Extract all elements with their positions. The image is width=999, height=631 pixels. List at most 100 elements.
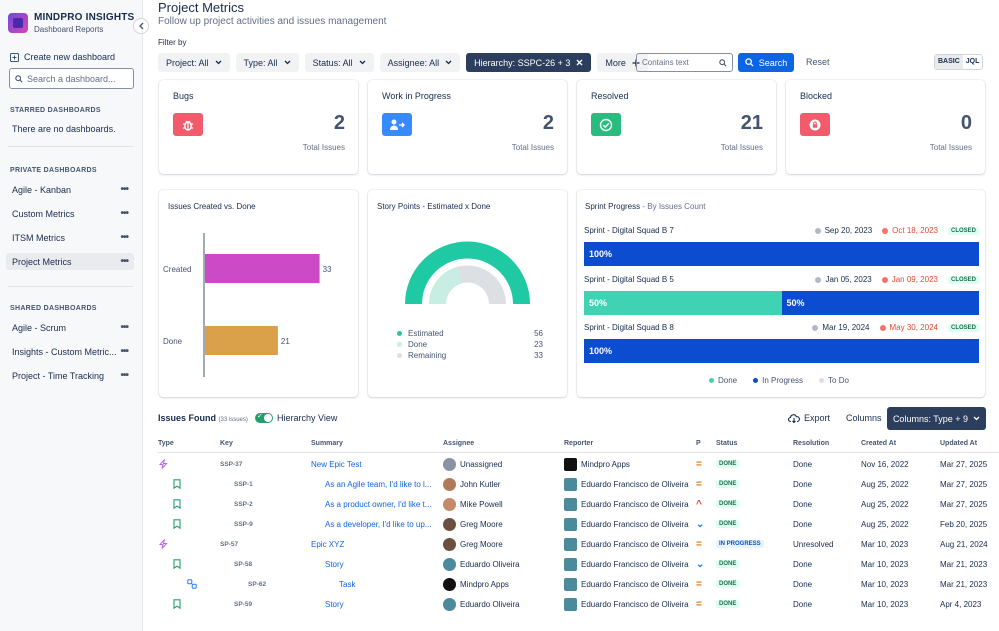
create-dashboard-button[interactable]: Create new dashboard	[10, 52, 115, 62]
export-button[interactable]: Export	[788, 413, 830, 423]
status-filter[interactable]: Status: All	[304, 53, 374, 72]
sidebar-item-itsm-metrics[interactable]: ITSM Metrics •••	[6, 229, 134, 246]
type-filter[interactable]: Type: All	[235, 53, 299, 72]
issue-key[interactable]: SSP-2	[234, 494, 314, 514]
more-actions-icon[interactable]: •••	[120, 322, 128, 333]
sprint-row-header[interactable]: Sprint - Digital Squad B 8 Mar 19, 2024 Ma…	[584, 323, 979, 332]
sidebar-item-insights-custom-metric[interactable]: Insights - Custom Metric... •••	[6, 343, 134, 360]
more-actions-icon[interactable]: •••	[120, 256, 128, 267]
issue-summary-link[interactable]: Epic XYZ	[311, 534, 436, 554]
sprint-progress-bar[interactable]: 100%	[584, 339, 979, 363]
column-header-summary[interactable]: Summary	[311, 440, 343, 447]
column-header-reporter[interactable]: Reporter	[564, 440, 593, 447]
assignee-cell[interactable]: Unassigned	[443, 454, 561, 474]
reporter-cell[interactable]: Eduardo Francisco de Oliveira	[564, 474, 694, 494]
issue-summary-link[interactable]: Story	[325, 554, 436, 574]
more-actions-icon[interactable]: •••	[120, 208, 128, 219]
issue-summary-link[interactable]: New Epic Test	[311, 454, 436, 474]
done-arc[interactable]	[429, 267, 463, 305]
reporter-cell[interactable]: Eduardo Francisco de Oliveira	[564, 494, 694, 514]
reporter-cell[interactable]: Eduardo Francisco de Oliveira	[564, 534, 694, 554]
sprint-progress-bar[interactable]: 100%	[584, 242, 979, 266]
close-icon[interactable]	[576, 59, 583, 66]
sidebar-item-project-time-tracking[interactable]: Project - Time Tracking •••	[6, 367, 134, 384]
columns-label[interactable]: Columns	[846, 413, 882, 423]
table-row[interactable]: SP-58 Story Eduardo Oliveira Eduardo Franci…	[143, 554, 999, 574]
issue-key[interactable]: SSP-37	[220, 454, 300, 474]
more-actions-icon[interactable]: •••	[120, 346, 128, 357]
sidebar-item-agile-scrum[interactable]: Agile - Scrum •••	[6, 319, 134, 336]
sidebar-item-agile-kanban[interactable]: Agile - Kanban •••	[6, 181, 134, 198]
jql-mode-option[interactable]: JQL	[963, 55, 983, 69]
hierarchy-view-toggle[interactable]: Hierarchy View	[255, 412, 337, 423]
sprint-progress-bar[interactable]: 50% 50%	[584, 291, 979, 315]
column-header-assignee[interactable]: Assignee	[443, 440, 474, 447]
table-row[interactable]: SP-57 Epic XYZ Greg Moore Eduardo Francisco…	[143, 534, 999, 554]
column-header-resolution[interactable]: Resolution	[793, 440, 829, 447]
toggle-switch[interactable]	[255, 412, 273, 423]
reporter-cell[interactable]: Eduardo Francisco de Oliveira	[564, 574, 694, 594]
column-header-type[interactable]: Type	[158, 440, 174, 447]
assignee-cell[interactable]: Eduardo Oliveira	[443, 554, 561, 574]
issue-summary-link[interactable]: Story	[325, 594, 436, 614]
kpi-card-blocked[interactable]: Blocked 0 Total Issues	[786, 80, 985, 174]
bar-done[interactable]	[205, 326, 278, 355]
sprint-row-header[interactable]: Sprint - Digital Squad B 7 Sep 20, 2023 Oc…	[584, 226, 979, 235]
issue-key[interactable]: SP-62	[248, 574, 328, 594]
assignee-cell[interactable]: Greg Moore	[443, 534, 561, 554]
reporter-cell[interactable]: Eduardo Francisco de Oliveira	[564, 514, 694, 534]
query-mode-toggle[interactable]: BASIC JQL	[934, 54, 984, 70]
column-header-priority[interactable]: P	[696, 440, 701, 447]
issue-summary-link[interactable]: As a developer, I'd like to up...	[325, 514, 436, 534]
issue-summary-link[interactable]: As a product owner, I'd like t...	[325, 494, 436, 514]
reporter-cell[interactable]: Eduardo Francisco de Oliveira	[564, 594, 694, 614]
table-row[interactable]: SSP-1 As an Agile team, I'd like to l... J…	[143, 474, 999, 494]
assignee-cell[interactable]: Greg Moore	[443, 514, 561, 534]
issue-key[interactable]: SP-58	[234, 554, 314, 574]
column-header-key[interactable]: Key	[220, 440, 233, 447]
table-row[interactable]: SP-62 Task Mindpro Apps Eduardo Francisco d…	[143, 574, 999, 594]
table-row[interactable]: SSP-9 As a developer, I'd like to up... Gr…	[143, 514, 999, 534]
column-header-created-at[interactable]: Created At	[861, 440, 896, 447]
sidebar-item-custom-metrics[interactable]: Custom Metrics •••	[6, 205, 134, 222]
priority-icon: =	[696, 598, 702, 610]
hierarchy-filter[interactable]: Hierarchy: SSPC-26 + 3	[466, 53, 592, 72]
bar-created[interactable]	[205, 254, 320, 283]
assignee-cell[interactable]: Eduardo Oliveira	[443, 594, 561, 614]
sprint-row-header[interactable]: Sprint - Digital Squad B 5 Jan 05, 2023 Ja…	[584, 275, 979, 284]
dashboard-search-input[interactable]: Search a dashboard...	[9, 68, 134, 89]
issue-key[interactable]: SSP-9	[234, 514, 314, 534]
kpi-card-resolved[interactable]: Resolved 21 Total Issues	[577, 80, 776, 174]
columns-select-button[interactable]: Columns: Type + 9	[887, 407, 986, 430]
kpi-card-bugs[interactable]: Bugs 2 Total Issues	[159, 80, 358, 174]
contains-text-input[interactable]: Contains text	[636, 53, 733, 72]
project-filter[interactable]: Project: All	[158, 53, 230, 72]
more-actions-icon[interactable]: •••	[120, 232, 128, 243]
search-button[interactable]: Search	[738, 53, 794, 72]
table-row[interactable]: SSP-2 As a product owner, I'd like t... Mi…	[143, 494, 999, 514]
assignee-cell[interactable]: Mike Powell	[443, 494, 561, 514]
sidebar-item-project-metrics[interactable]: Project Metrics •••	[6, 253, 134, 270]
brand[interactable]: MINDPRO INSIGHTS Dashboard Reports	[8, 12, 134, 34]
reporter-cell[interactable]: Mindpro Apps	[564, 454, 694, 474]
issue-key[interactable]: SP-57	[220, 534, 300, 554]
assignee-cell[interactable]: Mindpro Apps	[443, 574, 561, 594]
column-header-status[interactable]: Status	[716, 440, 737, 447]
column-header-updated-at[interactable]: Updated At	[940, 440, 977, 447]
more-actions-icon[interactable]: •••	[120, 184, 128, 195]
kpi-card-work-in-progress[interactable]: Work in Progress 2 Total Issues	[368, 80, 567, 174]
issue-key[interactable]: SSP-1	[234, 474, 314, 494]
assignee-filter[interactable]: Assignee: All	[379, 53, 461, 72]
reporter-cell[interactable]: Eduardo Francisco de Oliveira	[564, 554, 694, 574]
basic-mode-option[interactable]: BASIC	[935, 55, 963, 69]
start-date-dot	[814, 227, 821, 234]
issue-summary-link[interactable]: Task	[339, 574, 436, 594]
more-actions-icon[interactable]: •••	[120, 370, 128, 381]
reset-button[interactable]: Reset	[806, 57, 830, 67]
collapse-sidebar-button[interactable]	[133, 18, 149, 34]
issue-summary-link[interactable]: As an Agile team, I'd like to l...	[325, 474, 436, 494]
issue-key[interactable]: SP-59	[234, 594, 314, 614]
table-row[interactable]: SSP-37 New Epic Test Unassigned Mindpro App…	[143, 454, 999, 474]
table-row[interactable]: SP-59 Story Eduardo Oliveira Eduardo Franci…	[143, 594, 999, 614]
assignee-cell[interactable]: John Kutler	[443, 474, 561, 494]
